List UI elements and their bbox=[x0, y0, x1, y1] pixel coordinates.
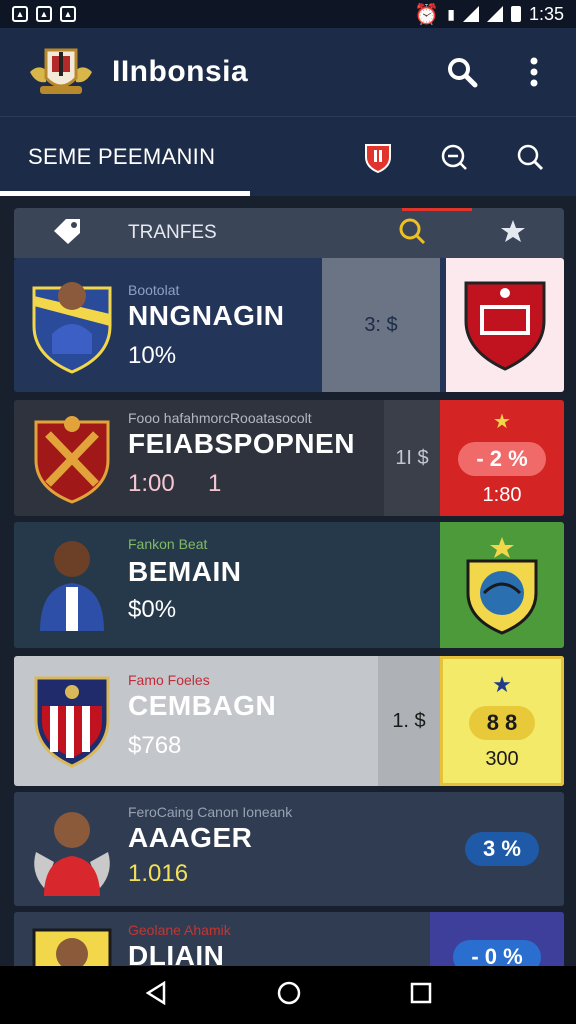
player-stat: $0% bbox=[128, 596, 177, 623]
value-text: 300 bbox=[485, 747, 519, 770]
app-notification-icon: ▲ bbox=[60, 6, 76, 22]
vibrate-icon: ▮ bbox=[447, 5, 455, 22]
player-meta: Bootolat bbox=[128, 282, 180, 298]
recents-icon[interactable] bbox=[410, 982, 432, 1009]
search-tab-icon[interactable] bbox=[512, 139, 548, 175]
player-badge bbox=[30, 922, 114, 966]
value-panel: - 0 % bbox=[430, 912, 564, 966]
player-name: DLIAIN bbox=[128, 940, 225, 966]
transfer-list: TRANFES Bootolat NNGNAGIN 10% 3: $ Fooo … bbox=[0, 196, 576, 966]
player-badge bbox=[30, 670, 114, 770]
value-pill: - 2 % bbox=[458, 442, 546, 476]
notification-icon: ▲ bbox=[12, 6, 28, 22]
value-pill: 3 % bbox=[465, 832, 539, 866]
player-price: 1. $ bbox=[378, 656, 440, 786]
app-title: IInbonsia bbox=[112, 55, 249, 88]
value-panel: 3 % bbox=[440, 792, 564, 906]
value-text: 1:80 bbox=[482, 484, 522, 506]
gallery-icon: ▲ bbox=[36, 6, 52, 22]
status-bar: ▲ ▲ ▲ ⏰ ▮ 1:35 bbox=[0, 0, 576, 28]
player-card[interactable]: Fooo hafahmorcRooatasocolt FEIABSPOPNEN … bbox=[14, 400, 564, 516]
player-badge bbox=[30, 800, 114, 900]
home-icon[interactable] bbox=[276, 980, 302, 1011]
player-name: NNGNAGIN bbox=[128, 300, 285, 331]
player-stat: 1.016 bbox=[128, 860, 189, 887]
list-header: TRANFES bbox=[14, 208, 564, 258]
tab-bar: SEME PEEMANIN bbox=[0, 116, 576, 196]
shield-icon[interactable] bbox=[360, 139, 396, 175]
more-options-icon[interactable] bbox=[516, 54, 552, 90]
player-badge bbox=[30, 274, 114, 374]
wifi-icon bbox=[462, 6, 479, 22]
list-header-label: TRANFES bbox=[128, 222, 217, 243]
player-name: CEMBAGN bbox=[128, 690, 277, 721]
player-stat: 1:00 1 bbox=[128, 470, 222, 497]
player-card[interactable]: Bootolat NNGNAGIN 10% 3: $ bbox=[14, 258, 564, 392]
club-badge-panel bbox=[440, 522, 564, 648]
player-name: BEMAIN bbox=[128, 556, 242, 587]
player-meta: Geolane Ahamik bbox=[128, 922, 231, 938]
player-meta: FeroCaing Canon Ioneank bbox=[128, 804, 293, 820]
tag-icon bbox=[52, 217, 82, 250]
back-icon[interactable] bbox=[144, 980, 168, 1010]
player-badge bbox=[30, 408, 114, 508]
star-icon: ★ bbox=[492, 671, 512, 697]
signal-icon bbox=[486, 6, 503, 22]
value-panel: ★ - 2 % 1:80 bbox=[440, 400, 564, 516]
player-price: 1I $ bbox=[384, 400, 440, 516]
status-time: 1:35 bbox=[528, 3, 564, 24]
club-crest-logo bbox=[24, 41, 98, 103]
star-icon: ★ bbox=[493, 411, 511, 433]
player-stat: 10% bbox=[128, 342, 177, 369]
tab-pemain[interactable]: SEME PEEMANIN bbox=[28, 144, 215, 170]
battery-icon bbox=[510, 6, 521, 22]
player-card[interactable]: Geolane Ahamik DLIAIN - 0 % bbox=[14, 912, 564, 966]
club-badge-panel bbox=[446, 258, 564, 392]
value-pill: 8 8 bbox=[468, 705, 536, 740]
player-card[interactable]: FeroCaing Canon Ioneank AAAGER 1.016 3 % bbox=[14, 792, 564, 906]
player-card[interactable]: Fankon Beat BEMAIN $0% bbox=[14, 522, 564, 648]
system-nav-bar bbox=[0, 966, 576, 1024]
club-shield-icon bbox=[464, 281, 546, 371]
app-bar: IInbonsia bbox=[0, 28, 576, 116]
player-meta: Famo Foeles bbox=[128, 672, 210, 688]
club-crest-icon bbox=[466, 537, 538, 635]
favorite-star-icon[interactable] bbox=[500, 218, 526, 249]
player-stat: $768 bbox=[128, 732, 182, 759]
search-filter-icon[interactable] bbox=[398, 217, 426, 250]
player-card[interactable]: Famo Foeles CEMBAGN $768 1. $ ★ 8 8 300 bbox=[14, 656, 564, 786]
player-badge bbox=[30, 534, 114, 634]
player-meta: Fooo hafahmorcRooatasocolt bbox=[128, 410, 312, 426]
value-pill: - 0 % bbox=[453, 940, 541, 966]
player-price: 3: $ bbox=[322, 258, 440, 392]
player-meta: Fankon Beat bbox=[128, 536, 208, 552]
value-panel: ★ 8 8 300 bbox=[440, 656, 564, 786]
player-name: FEIABSPOPNEN bbox=[128, 428, 355, 459]
zoom-out-icon[interactable] bbox=[436, 139, 472, 175]
header-accent bbox=[402, 208, 472, 211]
player-name: AAAGER bbox=[128, 822, 253, 853]
alarm-icon: ⏰ bbox=[414, 3, 440, 26]
search-icon[interactable] bbox=[444, 54, 480, 90]
